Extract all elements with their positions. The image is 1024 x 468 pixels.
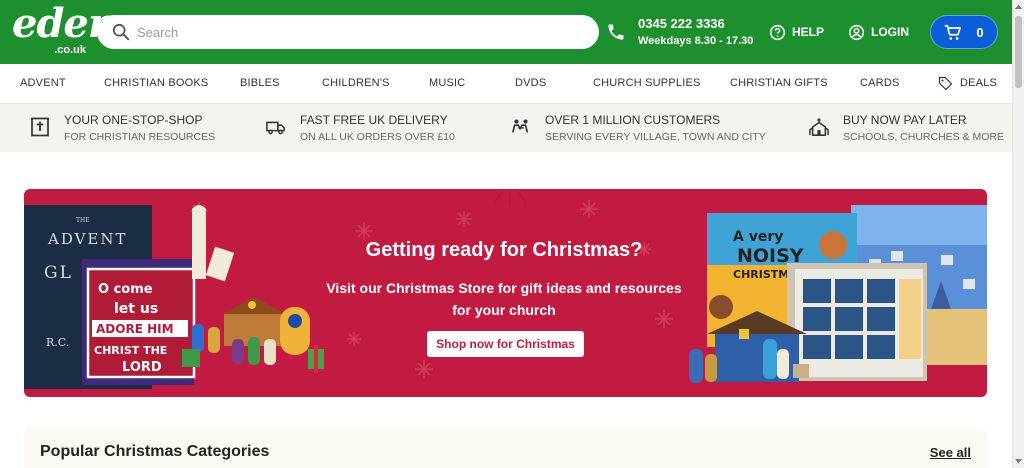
- section-title: Popular Christmas Categories: [40, 443, 270, 460]
- banner-text-4: CHRIST THE: [94, 344, 167, 357]
- banner-text-3: ADORE HIM: [96, 322, 174, 336]
- usp-title: YOUR ONE-STOP-SHOP: [64, 113, 203, 127]
- usp-subtitle: FOR CHRISTIAN RESOURCES: [64, 131, 216, 143]
- nav-item-deals[interactable]: DEALS: [960, 77, 997, 89]
- usp-title: OVER 1 MILLION CUSTOMERS: [545, 113, 721, 127]
- user-icon: [848, 24, 865, 40]
- usp-bar: YOUR ONE-STOP-SHOP FOR CHRISTIAN RESOURC…: [0, 104, 1012, 152]
- banner-text-1: O come: [98, 282, 153, 297]
- site-header: eden .co.uk 0345 222 3336 Weekdays 8.30 …: [0, 0, 1012, 64]
- logo-tld: .co.uk: [54, 44, 86, 56]
- nav-item-advent[interactable]: ADVENT: [20, 77, 66, 89]
- scroll-down-arrow-icon[interactable]: [1013, 454, 1024, 468]
- nav-item-music[interactable]: MUSIC: [429, 77, 465, 89]
- bible-icon: [31, 117, 49, 137]
- cart-count: 0: [976, 24, 984, 40]
- popular-categories-section: Popular Christmas Categories See all: [24, 428, 987, 468]
- page-scrollbar[interactable]: [1012, 0, 1024, 468]
- cart-button[interactable]: 0: [930, 15, 998, 49]
- see-all-link[interactable]: See all: [930, 445, 971, 460]
- search-icon[interactable]: [112, 23, 130, 41]
- nav-item-bibles[interactable]: BIBLES: [240, 77, 280, 89]
- truck-icon: [266, 121, 285, 135]
- book-title-gl: GL: [44, 263, 73, 283]
- nav-item-dvds[interactable]: DVDS: [515, 77, 546, 89]
- nav-item-childrens[interactable]: CHILDREN'S: [322, 77, 390, 89]
- phone-icon[interactable]: [606, 22, 626, 42]
- login-link[interactable]: LOGIN: [848, 22, 909, 42]
- christmas-hero-banner[interactable]: THE ADVENT GL R.C. O come let us ADORE H…: [24, 189, 987, 397]
- scroll-up-arrow-icon[interactable]: [1013, 0, 1024, 14]
- nav-item-christian-books[interactable]: CHRISTIAN BOOKS: [104, 77, 208, 89]
- nav-item-cards[interactable]: CARDS: [860, 77, 900, 89]
- book-author: R.C.: [46, 336, 69, 349]
- shop-christmas-button[interactable]: Shop now for Christmas: [427, 331, 584, 357]
- hero-subtitle: Visit our Christmas Store for gift ideas…: [326, 280, 682, 318]
- phone-number[interactable]: 0345 222 3336: [638, 16, 725, 31]
- people-icon: [512, 119, 529, 133]
- category-nav: ADVENT CHRISTIAN BOOKS BIBLES CHILDREN'S…: [0, 64, 1012, 104]
- eden-logo[interactable]: eden .co.uk: [12, 0, 117, 58]
- tag-icon[interactable]: [938, 76, 953, 91]
- help-link[interactable]: HELP: [769, 22, 824, 42]
- help-icon: [769, 24, 786, 40]
- christmas-cards-illustration: A very NOISY CHRISTMAS: [689, 205, 987, 383]
- banner-text-5: LORD: [122, 360, 162, 375]
- help-label: HELP: [792, 25, 825, 39]
- login-label: LOGIN: [871, 25, 909, 39]
- church-icon: [809, 118, 829, 136]
- usp-title: BUY NOW PAY LATER: [843, 113, 967, 127]
- search-input[interactable]: [137, 22, 577, 42]
- usp-title: FAST FREE UK DELIVERY: [300, 113, 448, 127]
- advent-products-illustration: THE ADVENT GL R.C. O come let us ADORE H…: [24, 205, 324, 389]
- usp-subtitle: SERVING EVERY VILLAGE, TOWN AND CITY: [545, 131, 766, 143]
- book-title-advent: ADVENT: [47, 230, 128, 248]
- banner-text-2: let us: [114, 301, 158, 317]
- hero-title: Getting ready for Christmas?: [365, 239, 643, 261]
- book-title-a-very: A very: [733, 229, 783, 245]
- usp-subtitle: ON ALL UK ORDERS OVER £10: [300, 131, 455, 143]
- search-bar[interactable]: [97, 15, 599, 49]
- phone-hours: Weekdays 8.30 - 17.30: [638, 35, 754, 47]
- nav-item-church-supplies[interactable]: CHURCH SUPPLIES: [593, 77, 701, 89]
- usp-subtitle: SCHOOLS, CHURCHES & MORE: [843, 131, 1005, 143]
- nav-item-christian-gifts[interactable]: CHRISTIAN GIFTS: [730, 77, 828, 89]
- scroll-thumb[interactable]: [1015, 16, 1022, 88]
- cart-icon: [945, 24, 962, 40]
- svg-text:THE: THE: [76, 217, 90, 224]
